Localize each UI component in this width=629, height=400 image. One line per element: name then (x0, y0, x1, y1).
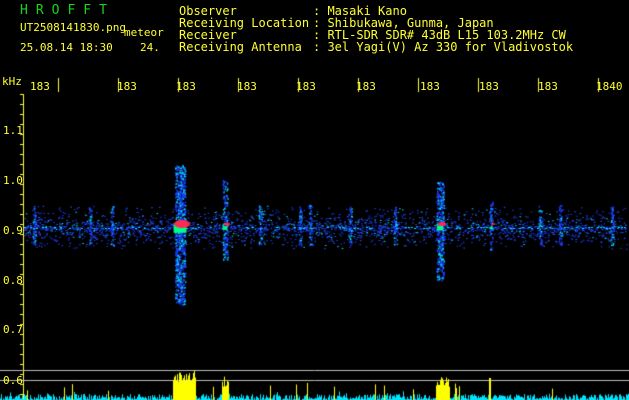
antenna-label: Receiving Antenna (179, 40, 302, 54)
x-tick-label: 183 (356, 80, 376, 93)
y-tick-label: 0.6 (3, 374, 23, 387)
app-logo: HROFFT (20, 3, 115, 18)
x-tick-label: 183 (117, 80, 137, 93)
x-tick-label: 183 (538, 80, 558, 93)
file-name: UT2508141830.png (20, 21, 126, 34)
y-tick-label: 0.9 (3, 224, 23, 237)
antenna-value: : 3el Yagi(V) Az 330 for Vladivostok (313, 40, 574, 54)
x-tick-label: 183 (176, 80, 196, 93)
x-tick-label: 183 (30, 80, 50, 93)
detection-tag: meteor (124, 26, 164, 39)
x-tick-label: 183 (237, 80, 257, 93)
y-tick-label: 0.8 (3, 274, 23, 287)
x-tick-label: 1840 (596, 80, 623, 93)
y-tick-label: 1.0 (3, 174, 23, 187)
y-tick-label: 1.1 (3, 124, 23, 137)
spectrogram-canvas (0, 0, 629, 400)
echo-count: 24. (140, 41, 160, 54)
y-tick-label: 0.7 (3, 323, 23, 336)
date-time: 25.08.14 18:30 (20, 41, 113, 54)
x-tick-label: 183 (296, 80, 316, 93)
x-tick-label: 183 (479, 80, 499, 93)
y-axis-unit: kHz (2, 75, 22, 88)
x-tick-label: 183 (420, 80, 440, 93)
